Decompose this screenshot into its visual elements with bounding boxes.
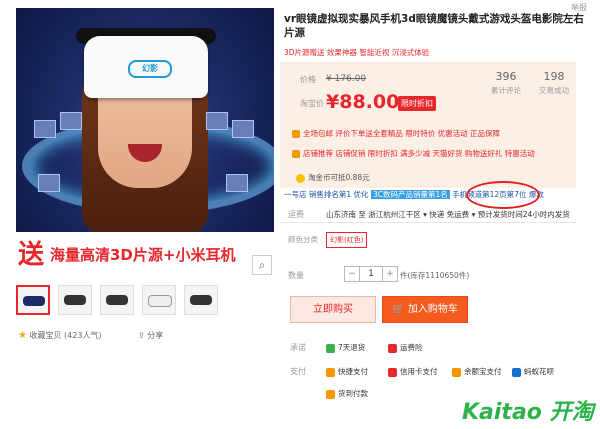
promise-insurance-label: 运费险: [400, 343, 423, 352]
promo-text: 全场包邮 评价下单送全套精品 限时特价 优惠活动 正品保障: [303, 129, 501, 138]
star-icon: ★: [18, 330, 27, 341]
reviews-count[interactable]: 396: [482, 70, 530, 83]
original-price-label: 价格: [300, 75, 316, 84]
sales-label: 交易成功: [539, 86, 569, 95]
share-icon: ⇪: [138, 331, 145, 340]
yuebao-icon: [452, 367, 461, 377]
buy-now-button[interactable]: 立即购买: [290, 296, 376, 323]
quantity-stepper: − 1 +: [344, 266, 398, 282]
promo-line-1[interactable]: 全场包邮 评价下单送全套精品 限时特价 优惠活动 正品保障: [292, 128, 500, 139]
reviews-label: 累计评论: [491, 86, 521, 95]
shipping-label: 运费: [288, 210, 304, 219]
add-to-cart-label: 加入购物车: [407, 304, 458, 315]
quantity-input[interactable]: 1: [360, 266, 382, 282]
sales-count: 198: [543, 70, 565, 83]
insurance-icon: [388, 343, 397, 353]
cart-icon: 🛒: [392, 304, 405, 315]
promo-text: 店铺推荐 店铺促销 限时折扣 满多少减 天猫好货 购物送好礼 特惠活动: [303, 149, 535, 158]
highlight-circle: [466, 181, 540, 209]
cod-icon: [326, 389, 335, 399]
promise-label: 承诺: [290, 343, 306, 352]
pay-quick[interactable]: 快捷支付: [326, 366, 368, 377]
quantity-label: 数量: [288, 271, 304, 280]
add-to-cart-button[interactable]: 🛒 加入购物车: [382, 296, 468, 323]
original-price: ¥ 176.00: [326, 74, 367, 84]
movie-tile: [232, 120, 254, 138]
banner-gift-char: 送: [18, 240, 45, 270]
movie-tile: [226, 174, 248, 192]
quick-pay-icon: [326, 367, 335, 377]
share-label: 分享: [147, 331, 164, 340]
thumbnail[interactable]: [16, 285, 50, 315]
quantity-minus-button[interactable]: −: [344, 266, 360, 282]
sale-price: ¥88.00: [326, 91, 400, 113]
discount-badge: 限时折扣: [398, 96, 436, 111]
rank-prefix: 一号店 销售排名第1 优化: [284, 190, 369, 199]
pay-credit-label: 信用卡支付: [400, 367, 438, 376]
thumbnail[interactable]: [100, 285, 134, 315]
zoom-icon[interactable]: ⌕: [252, 255, 272, 275]
thumbnail[interactable]: [184, 285, 218, 315]
divider: [280, 222, 576, 223]
coin-text: 淘金币可抵0.88元: [308, 173, 370, 182]
movie-tile: [34, 120, 56, 138]
movie-tile: [206, 112, 228, 130]
promo-icon: [292, 150, 300, 158]
pay-huabei[interactable]: 蚂蚁花呗: [512, 366, 554, 377]
kaitao-watermark-logo: Kaitao 开淘: [462, 400, 594, 425]
category-option[interactable]: 幻影(红色): [326, 232, 368, 248]
banner-text: 海量高清3D片源+小米耳机: [50, 246, 236, 264]
credit-card-icon: [388, 367, 397, 377]
promise-7day[interactable]: 7天退货: [326, 342, 365, 353]
pay-credit-card[interactable]: 信用卡支付: [388, 366, 438, 377]
pay-huabei-label: 蚂蚁花呗: [524, 367, 554, 376]
share-button[interactable]: ⇪ 分享: [138, 330, 163, 341]
favorite-label: 收藏宝贝 (423人气): [29, 331, 102, 340]
headset-logo: 幻影: [128, 60, 172, 78]
rank-highlight: 3C数码产品销量第1名: [370, 190, 450, 199]
movie-tile: [60, 112, 82, 130]
return-icon: [326, 343, 335, 353]
payment-label: 支付: [290, 367, 306, 376]
favorite-button[interactable]: ★ 收藏宝贝 (423人气): [18, 330, 102, 341]
promo-icon: [292, 130, 300, 138]
product-subtitle: 3D片源赠送 效果神器 智能近视 沉浸式体验: [284, 48, 430, 57]
thumbnail[interactable]: [58, 285, 92, 315]
thumbnail[interactable]: [142, 285, 176, 315]
stock-info: 件(库存1110650件): [400, 271, 470, 280]
category-label: 颜色分类: [288, 235, 318, 244]
shipping-info[interactable]: 山东济南 至 浙江杭州江干区 ▾ 快递 免运费 ▾ 预计发货时间24小时内发货: [326, 209, 570, 220]
pay-yuebao[interactable]: 余额宝支付: [452, 366, 502, 377]
pay-quick-label: 快捷支付: [338, 367, 368, 376]
promise-shipping-insurance[interactable]: 运费险: [388, 342, 423, 353]
thumbnail-strip: [16, 285, 218, 315]
product-title: vr眼镜虚拟现实暴风手机3d眼镜魔镜头戴式游戏头盔电影院左右片源: [284, 13, 584, 39]
movie-tile: [38, 174, 60, 192]
coin-deduction[interactable]: 淘金币可抵0.88元: [296, 172, 370, 183]
pay-cod[interactable]: 货到付款: [326, 388, 368, 399]
pay-cod-label: 货到付款: [338, 389, 368, 398]
promise-7day-label: 7天退货: [338, 343, 366, 352]
huabei-icon: [512, 367, 521, 377]
pay-yuebao-label: 余额宝支付: [464, 367, 502, 376]
quantity-plus-button[interactable]: +: [382, 266, 398, 282]
promo-line-2[interactable]: 店铺推荐 店铺促销 限时折扣 满多少减 天猫好货 购物送好礼 特惠活动: [292, 148, 535, 159]
sale-price-label: 淘宝价: [300, 99, 324, 108]
coin-icon: [296, 173, 305, 183]
promo-banner: 送 海量高清3D片源+小米耳机: [16, 232, 274, 276]
